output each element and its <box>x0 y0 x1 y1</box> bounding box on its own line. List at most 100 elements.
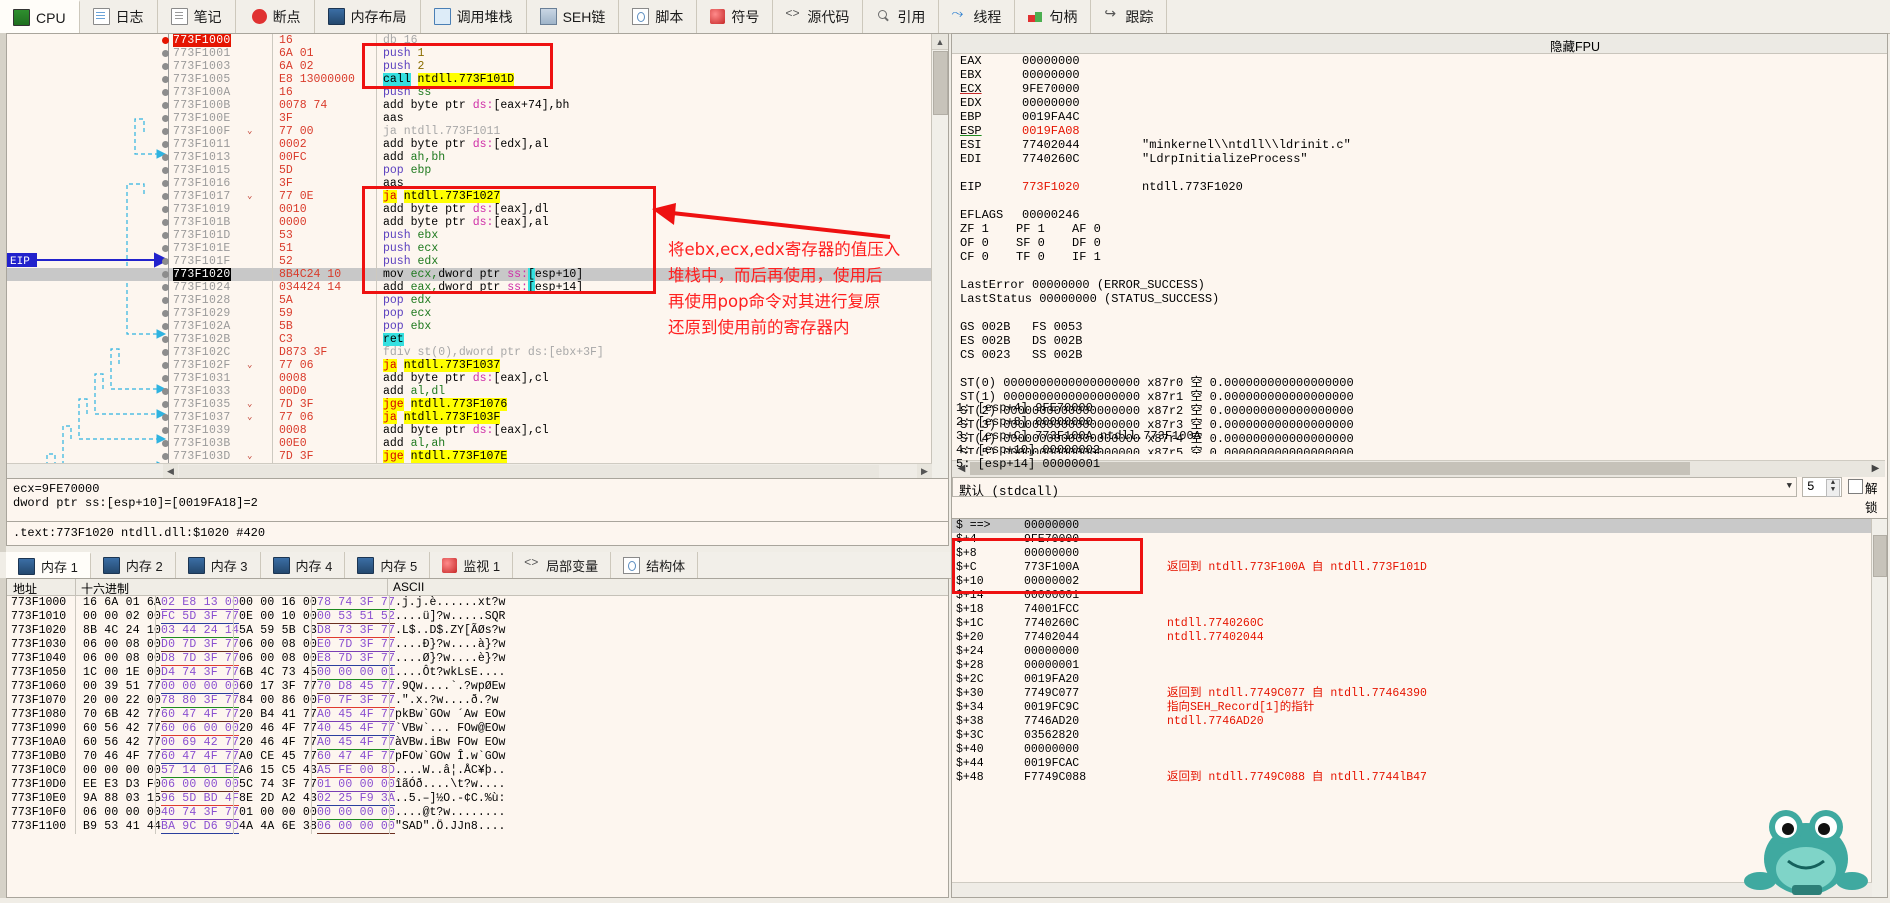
tab-内存 4[interactable]: 内存 4 <box>260 552 346 578</box>
register-ESP[interactable]: ESP 0019FA08 <box>952 124 1885 138</box>
breakpoint-dot-icon[interactable] <box>162 76 169 83</box>
disassembly-row[interactable]: 773F1005 E8 13000000 call ntdll.773F101D <box>7 73 932 86</box>
breakpoint-dot-icon[interactable] <box>162 193 169 200</box>
disassembly-row[interactable]: 773F1015 5D pop ebp <box>7 164 932 177</box>
stack-row[interactable]: $+4 9FE70000 <box>952 533 1887 547</box>
dump-row[interactable]: 773F1060 00 39 51 77 00 00 00 00 60 17 3F 7… <box>7 680 948 694</box>
flags-line[interactable]: CF 0 TF 0 IF 1 <box>952 250 1885 264</box>
last-status-line[interactable]: LastError 00000000 (ERROR_SUCCESS) <box>952 278 1885 292</box>
breakpoint-dot-icon[interactable] <box>162 50 169 57</box>
breakpoint-dot-icon[interactable] <box>162 245 169 252</box>
hscroll-right-arrow[interactable]: ▶ <box>917 464 932 479</box>
breakpoint-dot-icon[interactable] <box>162 453 169 460</box>
register-EDI[interactable]: EDI 7740260C "LdrpInitializeProcess" <box>952 152 1885 166</box>
breakpoint-dot-icon[interactable] <box>162 414 169 421</box>
disassembly-row[interactable]: 773F100E 3F aas <box>7 112 932 125</box>
registers-pane[interactable]: 隐藏FPU EAX 00000000 EBX 00000000 ECX 9FE70000 E… <box>951 33 1888 520</box>
disassembly-row[interactable]: 773F1033 00D0 add al,dl <box>7 385 932 398</box>
disassembly-row[interactable]: 773F1037 ⌄ 77 06 ja ntdll.773F103F <box>7 411 932 424</box>
breakpoint-dot-icon[interactable] <box>162 102 169 109</box>
tab-源代码[interactable]: 源代码 <box>773 0 864 33</box>
dump-row[interactable]: 773F1100 B9 53 41 44 BA 9C D6 9D 4A 4A 6E 3… <box>7 820 948 834</box>
dump-row[interactable]: 773F1070 20 00 22 00 78 80 3F 77 84 00 86 0… <box>7 694 948 708</box>
stack-row[interactable]: $+14 00000001 <box>952 589 1887 603</box>
stack-row[interactable]: $+18 74001FCC <box>952 603 1887 617</box>
fpu-line[interactable]: ST(0) 0000000000000000000 x87r0 空 0.0000… <box>952 376 1885 390</box>
disassembly-row[interactable]: 773F102F ⌄ 77 06 ja ntdll.773F1037 <box>7 359 932 372</box>
tab-内存 3[interactable]: 内存 3 <box>175 552 261 578</box>
breakpoint-dot-icon[interactable] <box>162 37 169 44</box>
tab-句柄[interactable]: 句柄 <box>1015 0 1092 33</box>
breakpoint-dot-icon[interactable] <box>162 284 169 291</box>
dump-row[interactable]: 773F1090 60 56 42 77 60 06 00 00 20 46 4F 7… <box>7 722 948 736</box>
argument-row[interactable]: 1: [esp+4] 9FE70000 <box>954 401 1887 415</box>
breakpoint-dot-icon[interactable] <box>162 362 169 369</box>
tab-SEH链[interactable]: SEH链 <box>526 0 620 33</box>
register-spacer[interactable] <box>952 166 1885 180</box>
tab-局部变量[interactable]: 局部变量 <box>513 552 612 578</box>
register-EBP[interactable]: EBP 0019FA4C <box>952 110 1885 124</box>
tab-CPU[interactable]: CPU <box>0 0 80 33</box>
breakpoint-dot-icon[interactable] <box>162 128 169 135</box>
stack-row[interactable]: $+1C 7740260C ntdll.7740260C <box>952 617 1887 631</box>
argument-row[interactable]: 5: [esp+14] 00000001 <box>954 457 1887 471</box>
dump-row[interactable]: 773F10B0 70 46 4F 77 60 47 4F 77 A0 CE 45 7… <box>7 750 948 764</box>
breakpoint-dot-icon[interactable] <box>162 336 169 343</box>
argument-row[interactable]: 3: [esp+C] 773F100A ntdll.773F100A <box>954 429 1887 443</box>
breakpoint-dot-icon[interactable] <box>162 440 169 447</box>
breakpoint-dot-icon[interactable] <box>162 427 169 434</box>
dump-row[interactable]: 773F1040 06 00 08 00 D8 7D 3F 77 06 00 08 0… <box>7 652 948 666</box>
segment-line[interactable]: ES 002B DS 002B <box>952 334 1885 348</box>
breakpoint-dot-icon[interactable] <box>162 297 169 304</box>
stack-row[interactable]: $+8 00000000 <box>952 547 1887 561</box>
stack-row[interactable]: $+3C 03562820 <box>952 729 1887 743</box>
dump-row[interactable]: 773F10E0 9A 88 03 15 96 5D BD 4F 8E 2D A2 4… <box>7 792 948 806</box>
disassembly-row[interactable]: 773F1016 3F aas <box>7 177 932 190</box>
tab-线程[interactable]: 线程 <box>939 0 1016 33</box>
chevron-down-icon[interactable]: ▼ <box>1787 481 1792 491</box>
disassembly-vscrollbar[interactable]: ▲ <box>931 34 948 479</box>
argument-list[interactable]: 1: [esp+4] 9FE70000 2: [esp+8] 00000000 3:… <box>954 401 1887 471</box>
argument-row[interactable]: 4: [esp+10] 00000002 <box>954 443 1887 457</box>
last-status-line[interactable]: LastStatus 00000000 (STATUS_SUCCESS) <box>952 292 1885 306</box>
tab-跟踪[interactable]: 跟踪 <box>1091 0 1168 33</box>
breakpoint-dot-icon[interactable] <box>162 323 169 330</box>
stack-row[interactable]: $+48 F7749C088 返回到 ntdll.7749C088 自 ntdll.… <box>952 771 1887 785</box>
breakpoint-dot-icon[interactable] <box>162 375 169 382</box>
memory-dump-pane[interactable]: 地址 十六进制 ASCII 773F1000 16 6A 01 6A 02 E8 1… <box>6 578 949 898</box>
breakpoint-dot-icon[interactable] <box>162 219 169 226</box>
scroll-thumb[interactable] <box>933 51 948 115</box>
scroll-up-arrow[interactable]: ▲ <box>932 34 948 50</box>
tab-符号[interactable]: 符号 <box>697 0 774 33</box>
breakpoint-dot-icon[interactable] <box>162 89 169 96</box>
flags-line[interactable]: ZF 1 PF 1 AF 0 <box>952 222 1885 236</box>
tab-日志[interactable]: 日志 <box>79 0 158 33</box>
dump-row[interactable]: 773F1030 06 00 08 00 D0 7D 3F 77 06 00 08 0… <box>7 638 948 652</box>
register-ECX[interactable]: ECX 9FE70000 <box>952 82 1885 96</box>
stack-scroll-thumb[interactable] <box>1873 535 1887 577</box>
register-spacer[interactable] <box>952 306 1885 320</box>
disassembly-row[interactable]: 773F1003 6A 02 push 2 <box>7 60 932 73</box>
tab-脚本[interactable]: 脚本 <box>619 0 698 33</box>
tab-引用[interactable]: 引用 <box>863 0 940 33</box>
tab-内存 5[interactable]: 内存 5 <box>345 552 431 578</box>
hide-fpu-label[interactable]: 隐藏FPU <box>1550 36 1600 55</box>
calling-convention-select[interactable]: 默认 (stdcall) ▼ <box>952 477 1797 499</box>
disassembly-row[interactable]: 773F1013 00FC add ah,bh <box>7 151 932 164</box>
stack-rows[interactable]: $ ==> 00000000 $+4 9FE70000 $+8 00000000 $+C 77… <box>952 519 1887 785</box>
stack-row[interactable]: $+2C 0019FA20 <box>952 673 1887 687</box>
tab-内存布局[interactable]: 内存布局 <box>314 0 421 33</box>
dump-row[interactable]: 773F1020 8B 4C 24 10 03 44 24 14 5A 59 5B C… <box>7 624 948 638</box>
stack-row[interactable]: $+44 0019FCAC <box>952 757 1887 771</box>
tab-结构体[interactable]: 结构体 <box>611 552 699 578</box>
disassembly-row[interactable]: 773F102C D873 3F fdiv st(0),dword ptr ds:[… <box>7 346 932 359</box>
dump-row[interactable]: 773F1000 16 6A 01 6A 02 E8 13 00 00 00 16 0… <box>7 596 948 610</box>
dump-row[interactable]: 773F1080 70 6B 42 77 60 47 4F 77 20 B4 41 7… <box>7 708 948 722</box>
breakpoint-dot-icon[interactable] <box>162 310 169 317</box>
breakpoint-dot-icon[interactable] <box>162 271 169 278</box>
fpu-toggle-header[interactable]: 隐藏FPU <box>952 34 1887 54</box>
register-EBX[interactable]: EBX 00000000 <box>952 68 1885 82</box>
breakpoint-dot-icon[interactable] <box>162 258 169 265</box>
stack-row[interactable]: $+38 7746AD20 ntdll.7746AD20 <box>952 715 1887 729</box>
disassembly-row[interactable]: 773F100F ⌄ 77 00 ja ntdll.773F1011 <box>7 125 932 138</box>
